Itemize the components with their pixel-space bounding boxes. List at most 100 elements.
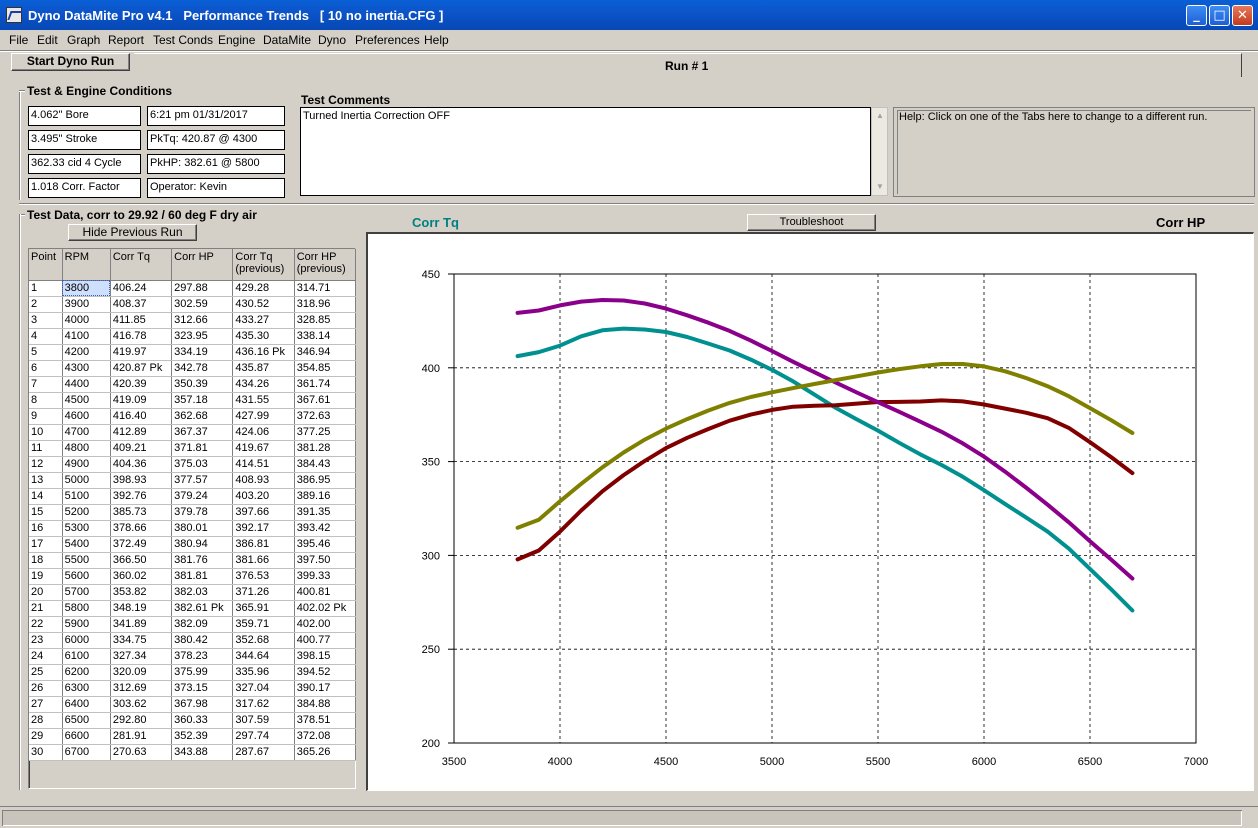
- table-cell[interactable]: 419.67: [232, 440, 295, 457]
- table-cell[interactable]: 4800: [62, 440, 111, 457]
- table-cell[interactable]: 307.59: [232, 712, 295, 729]
- table-cell[interactable]: 377.57: [171, 472, 234, 489]
- stroke-field[interactable]: 3.495" Stroke: [28, 130, 141, 150]
- column-header[interactable]: Corr HP: [171, 249, 234, 281]
- table-cell[interactable]: 372.49: [110, 536, 173, 553]
- table-cell[interactable]: 353.82: [110, 584, 173, 601]
- table-cell[interactable]: 327.04: [232, 680, 295, 697]
- table-row[interactable]: 16 5300 378.66 380.01 392.17 393.42: [29, 520, 357, 537]
- table-cell[interactable]: 4900: [62, 456, 111, 473]
- menu-file[interactable]: File: [9, 33, 28, 47]
- table-cell[interactable]: 6600: [62, 728, 111, 745]
- table-row[interactable]: 3 4000 411.85 312.66 433.27 328.85: [29, 312, 357, 329]
- table-cell[interactable]: 365.26: [294, 744, 357, 761]
- table-cell[interactable]: 302.59: [171, 296, 234, 313]
- table-cell[interactable]: 371.26: [232, 584, 295, 601]
- table-cell[interactable]: 4400: [62, 376, 111, 393]
- column-header[interactable]: Point: [29, 249, 63, 281]
- table-cell[interactable]: 403.20: [232, 488, 295, 505]
- maximize-button[interactable]: □: [1209, 5, 1230, 26]
- table-cell[interactable]: 5600: [62, 568, 111, 585]
- table-cell[interactable]: 5: [29, 344, 63, 361]
- table-cell[interactable]: 398.15: [294, 648, 357, 665]
- start-dyno-run-button[interactable]: Start Dyno Run: [11, 53, 130, 71]
- table-cell[interactable]: 303.62: [110, 696, 173, 713]
- table-cell[interactable]: 381.28: [294, 440, 357, 457]
- table-cell[interactable]: 6200: [62, 664, 111, 681]
- scroll-up-icon[interactable]: ▲: [872, 108, 888, 124]
- menu-report[interactable]: Report: [108, 33, 144, 47]
- table-row[interactable]: 7 4400 420.39 350.39 434.26 361.74: [29, 376, 357, 393]
- column-header[interactable]: RPM: [62, 249, 111, 281]
- table-cell[interactable]: 378.66: [110, 520, 173, 537]
- table-cell[interactable]: 4500: [62, 392, 111, 409]
- table-cell[interactable]: 406.24: [110, 280, 173, 297]
- table-cell[interactable]: 394.52: [294, 664, 357, 681]
- table-row[interactable]: 21 5800 348.19 382.61 Pk 365.91 402.02 Pk: [29, 600, 357, 617]
- corr-factor-field[interactable]: 1.018 Corr. Factor: [28, 178, 141, 198]
- table-cell[interactable]: 381.81: [171, 568, 234, 585]
- graph-panel[interactable]: 3500 4000 4500 5000 5500 6000 6500 7000 200 250 30…: [366, 232, 1254, 791]
- table-cell[interactable]: 4700: [62, 424, 111, 441]
- table-cell[interactable]: 409.21: [110, 440, 173, 457]
- table-cell[interactable]: 402.00: [294, 616, 357, 633]
- table-cell[interactable]: 11: [29, 440, 63, 457]
- table-row[interactable]: 12 4900 404.36 375.03 414.51 384.43: [29, 456, 357, 473]
- table-cell[interactable]: 328.85: [294, 312, 357, 329]
- table-row[interactable]: 25 6200 320.09 375.99 335.96 394.52: [29, 664, 357, 681]
- table-cell[interactable]: 320.09: [110, 664, 173, 681]
- table-cell[interactable]: 436.16 Pk: [232, 344, 295, 361]
- table-cell[interactable]: 6100: [62, 648, 111, 665]
- table-cell[interactable]: 380.42: [171, 632, 234, 649]
- table-cell[interactable]: 427.99: [232, 408, 295, 425]
- table-row[interactable]: 19 5600 360.02 381.81 376.53 399.33: [29, 568, 357, 585]
- table-cell[interactable]: 397.50: [294, 552, 357, 569]
- table-cell[interactable]: 323.95: [171, 328, 234, 345]
- table-row[interactable]: 2 3900 408.37 302.59 430.52 318.96: [29, 296, 357, 313]
- table-row[interactable]: 6 4300 420.87 Pk 342.78 435.87 354.85: [29, 360, 357, 377]
- table-cell[interactable]: 297.88: [171, 280, 234, 297]
- table-cell[interactable]: 23: [29, 632, 63, 649]
- table-cell[interactable]: 404.36: [110, 456, 173, 473]
- table-cell[interactable]: 400.77: [294, 632, 357, 649]
- table-cell[interactable]: 393.42: [294, 520, 357, 537]
- menu-test-conds[interactable]: Test Conds: [153, 33, 213, 47]
- table-cell[interactable]: 384.88: [294, 696, 357, 713]
- table-cell[interactable]: 9: [29, 408, 63, 425]
- tab-run-1[interactable]: Run # 1: [665, 59, 708, 73]
- table-cell[interactable]: 411.85: [110, 312, 173, 329]
- table-row[interactable]: 10 4700 412.89 367.37 424.06 377.25: [29, 424, 357, 441]
- table-row[interactable]: 5 4200 419.97 334.19 436.16 Pk 346.94: [29, 344, 357, 361]
- table-row[interactable]: 28 6500 292.80 360.33 307.59 378.51: [29, 712, 357, 729]
- table-cell[interactable]: 314.71: [294, 280, 357, 297]
- table-cell[interactable]: 4300: [62, 360, 111, 377]
- table-row[interactable]: 23 6000 334.75 380.42 352.68 400.77: [29, 632, 357, 649]
- table-cell[interactable]: 6300: [62, 680, 111, 697]
- table-cell[interactable]: 5500: [62, 552, 111, 569]
- table-cell[interactable]: 341.89: [110, 616, 173, 633]
- table-cell[interactable]: 6: [29, 360, 63, 377]
- table-cell[interactable]: 270.63: [110, 744, 173, 761]
- hide-previous-run-button[interactable]: Hide Previous Run: [68, 224, 197, 241]
- table-cell[interactable]: 3900: [62, 296, 111, 313]
- table-cell[interactable]: 18: [29, 552, 63, 569]
- table-cell[interactable]: 435.30: [232, 328, 295, 345]
- table-cell[interactable]: 367.61: [294, 392, 357, 409]
- table-cell[interactable]: 334.75: [110, 632, 173, 649]
- table-cell[interactable]: 420.87 Pk: [110, 360, 173, 377]
- peak-torque-field[interactable]: PkTq: 420.87 @ 4300: [147, 130, 285, 150]
- table-cell[interactable]: 5300: [62, 520, 111, 537]
- column-header[interactable]: Corr Tq (previous): [232, 249, 295, 281]
- table-row[interactable]: 14 5100 392.76 379.24 403.20 389.16: [29, 488, 357, 505]
- table-row[interactable]: 15 5200 385.73 379.78 397.66 391.35: [29, 504, 357, 521]
- table-cell[interactable]: 395.46: [294, 536, 357, 553]
- table-cell[interactable]: 389.16: [294, 488, 357, 505]
- table-cell[interactable]: 429.28: [232, 280, 295, 297]
- table-cell[interactable]: 408.93: [232, 472, 295, 489]
- performance-chart[interactable]: 3500 4000 4500 5000 5500 6000 6500 7000 200 250 30…: [368, 234, 1253, 790]
- table-cell[interactable]: 416.40: [110, 408, 173, 425]
- table-row[interactable]: 24 6100 327.34 378.23 344.64 398.15: [29, 648, 357, 665]
- table-cell[interactable]: 312.66: [171, 312, 234, 329]
- table-cell[interactable]: 7: [29, 376, 63, 393]
- table-row[interactable]: 30 6700 270.63 343.88 287.67 365.26: [29, 744, 357, 761]
